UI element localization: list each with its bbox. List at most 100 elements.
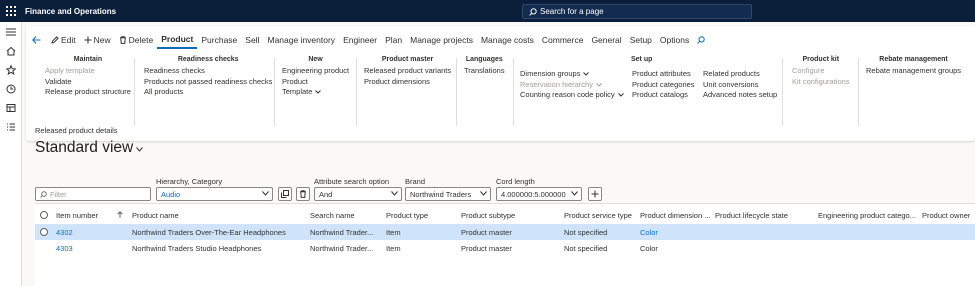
new-product-button[interactable]: Product — [282, 77, 349, 88]
product-type-cell: Item — [386, 243, 401, 253]
brand-select[interactable]: Northwind Traders — [405, 187, 491, 201]
filter-input[interactable]: Filter — [35, 187, 151, 201]
tab-plan[interactable]: Plan — [381, 31, 406, 49]
search-placeholder: Search for a page — [540, 7, 604, 16]
group-divider — [782, 58, 783, 126]
table-row[interactable]: 4303 Northwind Traders Studio Headphones… — [35, 240, 975, 256]
tab-manage-projects[interactable]: Manage projects — [406, 31, 477, 49]
tab-setup[interactable]: Setup — [626, 31, 656, 49]
select-all-radio[interactable] — [40, 211, 48, 219]
recent-icon[interactable] — [0, 79, 22, 98]
edit-button[interactable]: Edit — [47, 31, 80, 49]
group-title-setup: Set up — [631, 56, 653, 63]
product-dimension-cell[interactable]: Color — [640, 228, 658, 237]
counting-reason-label: Counting reason code policy — [520, 90, 615, 99]
tab-purchase[interactable]: Purchase — [197, 31, 241, 49]
home-icon[interactable] — [0, 41, 22, 60]
chevron-down-icon — [571, 191, 578, 196]
product-dimensions-button[interactable]: Product dimensions — [364, 77, 451, 88]
release-product-structure-button[interactable]: Release product structure — [45, 87, 131, 98]
item-number-link[interactable]: 4302 — [56, 228, 73, 237]
group-title-new: New — [308, 56, 323, 63]
action-search-button[interactable] — [693, 31, 711, 49]
column-header-product-owner[interactable]: Product owner — [922, 211, 970, 220]
tab-commerce[interactable]: Commerce — [538, 31, 588, 49]
related-products-button[interactable]: Related products — [703, 69, 777, 80]
delete-filter-button[interactable] — [296, 187, 310, 201]
column-header-item-number[interactable]: Item number — [56, 211, 98, 220]
star-icon[interactable] — [0, 60, 22, 79]
plus-icon — [84, 36, 92, 44]
product-service-type-cell: Not specified — [564, 243, 608, 253]
all-products-button[interactable]: All products — [144, 87, 272, 98]
group-maintain: Maintain Apply template Validate Release… — [45, 56, 131, 98]
add-filter-button[interactable] — [588, 187, 602, 201]
counting-reason-code-policy-dropdown[interactable]: Counting reason code policy — [520, 90, 624, 101]
group-title-product-kit: Product kit — [802, 56, 840, 63]
workspace-icon[interactable] — [0, 98, 22, 117]
trash-icon — [119, 36, 126, 44]
attribute-search-option-select[interactable]: And — [314, 187, 402, 201]
delete-button[interactable]: Delete — [115, 31, 158, 49]
dimension-groups-dropdown[interactable]: Dimension groups — [520, 69, 624, 80]
tab-general[interactable]: General — [587, 31, 625, 49]
attribute-search-option-value: And — [319, 189, 333, 199]
item-number-link[interactable]: 4303 — [56, 244, 73, 253]
back-arrow-icon — [32, 36, 41, 44]
global-search-input[interactable]: Search for a page — [522, 4, 752, 19]
tab-manage-costs[interactable]: Manage costs — [477, 31, 538, 49]
dimension-groups-label: Dimension groups — [520, 69, 581, 78]
apply-template-button[interactable]: Apply template — [45, 66, 131, 77]
main-content: Edit New Delete Product Purchase Sell Ma… — [22, 22, 975, 286]
product-attributes-button[interactable]: Product attributes — [632, 69, 695, 80]
template-dropdown[interactable]: Template — [282, 87, 349, 98]
hierarchy-category-select[interactable]: Audio — [156, 187, 273, 201]
grid-header: Item number Product name Search name Pro… — [35, 207, 975, 223]
configure-button[interactable]: Configure — [792, 66, 850, 77]
engineering-product-button[interactable]: Engineering product — [282, 66, 349, 77]
reservation-hierarchy-dropdown[interactable]: Reservation hierarchy — [520, 80, 624, 91]
column-header-product-name[interactable]: Product name — [132, 211, 179, 220]
column-header-product-type[interactable]: Product type — [386, 211, 428, 220]
back-button[interactable] — [26, 31, 47, 49]
column-header-product-dimension[interactable]: Product dimension ... — [640, 211, 710, 220]
product-catalogs-button[interactable]: Product catalogs — [632, 90, 695, 101]
hamburger-icon[interactable] — [0, 22, 22, 41]
group-rebate-management: Rebate management Rebate management grou… — [866, 56, 961, 77]
kit-configurations-button[interactable]: Kit configurations — [792, 77, 850, 88]
translations-button[interactable]: Translations — [464, 66, 505, 77]
view-selector[interactable]: Standard view — [35, 139, 144, 157]
list-icon[interactable] — [0, 117, 22, 136]
released-product-variants-button[interactable]: Released product variants — [364, 66, 451, 77]
unit-conversions-button[interactable]: Unit conversions — [703, 80, 777, 91]
chevron-down-icon — [136, 147, 144, 152]
page-title: Standard view — [35, 139, 134, 156]
advanced-notes-setup-button[interactable]: Advanced notes setup — [703, 90, 777, 101]
column-header-engineering-product-category[interactable]: Engineering product catego... — [818, 211, 916, 220]
product-subtype-cell: Product master — [461, 227, 512, 237]
new-button[interactable]: New — [80, 31, 115, 49]
app-launcher-icon[interactable] — [0, 0, 22, 22]
products-not-passed-button[interactable]: Products not passed readiness checks — [144, 77, 272, 88]
group-setup-title: Set up — [631, 56, 652, 66]
rebate-management-groups-button[interactable]: Rebate management groups — [866, 66, 961, 77]
column-header-search-name[interactable]: Search name — [310, 211, 355, 220]
copy-button[interactable] — [278, 187, 292, 201]
validate-button[interactable]: Validate — [45, 77, 131, 88]
column-header-product-service-type[interactable]: Product service type — [564, 211, 632, 220]
cord-length-select[interactable]: 4.000000:5.000000 — [496, 187, 582, 201]
column-header-product-subtype[interactable]: Product subtype — [461, 211, 515, 220]
row-select-radio[interactable] — [40, 228, 48, 236]
copy-icon — [281, 190, 289, 198]
column-header-product-lifecycle-state[interactable]: Product lifecycle state — [715, 211, 788, 220]
tab-options[interactable]: Options — [656, 31, 693, 49]
tab-product[interactable]: Product — [157, 31, 198, 49]
tab-manage-inventory[interactable]: Manage inventory — [263, 31, 339, 49]
readiness-checks-button[interactable]: Readiness checks — [144, 66, 272, 77]
table-row[interactable]: 4302 Northwind Traders Over-The-Ear Head… — [35, 224, 975, 240]
group-divider — [356, 58, 357, 126]
tab-engineer[interactable]: Engineer — [339, 31, 381, 49]
tab-sell[interactable]: Sell — [241, 31, 263, 49]
search-icon — [40, 190, 47, 198]
product-categories-button[interactable]: Product categories — [632, 80, 695, 91]
